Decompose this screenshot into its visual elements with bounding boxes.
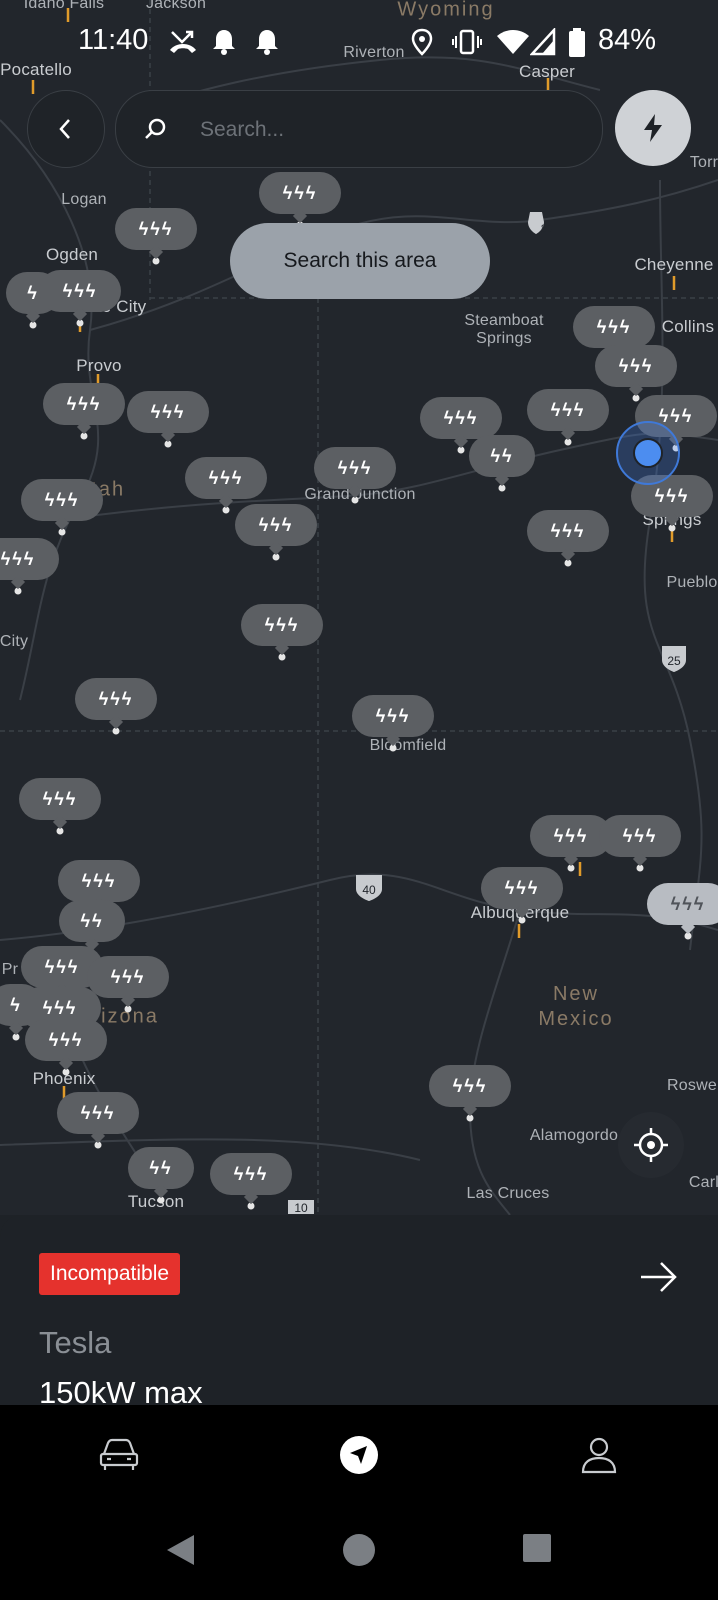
charger-marker[interactable]: ϟϟϟ	[235, 504, 317, 556]
charger-marker[interactable]: ϟϟ	[59, 900, 125, 952]
charger-marker[interactable]: ϟϟϟ	[573, 306, 655, 358]
search-input[interactable]	[198, 109, 582, 151]
place-label: Roswe	[667, 1077, 717, 1094]
recenter-location-button[interactable]	[618, 1112, 684, 1178]
vibrate-icon	[452, 29, 482, 55]
charger-marker[interactable]: ϟϟϟ	[241, 604, 323, 656]
charger-marker[interactable]: ϟϟϟ	[527, 389, 609, 441]
charger-marker[interactable]: ϟϟϟ	[595, 345, 677, 397]
charger-marker[interactable]: ϟϟϟ	[429, 1065, 511, 1117]
charger-network-name: Tesla	[39, 1325, 112, 1360]
charger-marker[interactable]: ϟϟϟ	[314, 447, 396, 499]
charger-marker[interactable]: ϟϟϟ	[527, 510, 609, 562]
svg-text:40: 40	[362, 883, 376, 897]
charger-marker[interactable]: ϟϟϟ	[599, 815, 681, 867]
lightning-bolt-icon	[644, 114, 662, 142]
place-label: Provo	[76, 356, 122, 375]
charger-marker[interactable]: ϟϟϟ	[352, 695, 434, 747]
charger-marker[interactable]: ϟϟϟ	[57, 1092, 139, 1144]
nav-map[interactable]	[335, 1431, 383, 1479]
arrow-right-icon[interactable]	[637, 1257, 681, 1297]
place-label: Collins	[661, 317, 715, 336]
charger-marker[interactable]: ϟϟϟ	[420, 397, 502, 449]
charger-marker[interactable]: ϟϟϟ	[127, 391, 209, 443]
map-view[interactable]: 80 25 40 10 Idaho Falls Jackson Wyoming …	[0, 0, 718, 1215]
charger-marker[interactable]: ϟϟϟ	[25, 1019, 107, 1071]
charger-marker[interactable]: ϟϟϟ	[58, 860, 140, 912]
place-label-state: New Mexico	[538, 983, 614, 1030]
wifi-icon	[497, 30, 529, 54]
map-base: 80 25 40 10	[0, 0, 718, 1215]
charger-marker[interactable]: ϟϟϟ	[481, 867, 563, 919]
charger-marker[interactable]: ϟϟ	[128, 1147, 194, 1199]
nav-vehicle[interactable]	[95, 1431, 143, 1479]
missed-call-icon	[170, 30, 196, 53]
search-this-area-label: Search this area	[283, 249, 437, 272]
search-this-area-button[interactable]: Search this area	[230, 223, 490, 299]
nav-account[interactable]	[575, 1431, 623, 1479]
charger-filter-button[interactable]	[615, 90, 691, 166]
battery-icon	[569, 28, 585, 57]
svg-text:25: 25	[667, 654, 681, 668]
system-home-icon[interactable]	[342, 1533, 376, 1567]
charger-marker[interactable]: ϟϟϟ	[115, 208, 197, 260]
place-label: Pueblo	[666, 574, 718, 591]
place-label: Torr	[689, 154, 718, 171]
crosshair-icon	[634, 1128, 668, 1162]
place-label: Ogden	[45, 245, 99, 264]
place-label: Logan	[61, 191, 107, 208]
charger-marker[interactable]: ϟϟϟ	[0, 538, 59, 590]
current-location-marker	[616, 421, 680, 485]
status-bar: 11:40 84%	[0, 0, 718, 82]
notification-bell-icon	[213, 30, 235, 55]
navigation-arrow-icon	[340, 1436, 378, 1474]
battery-percent: 84%	[597, 24, 656, 56]
svg-text:80: 80	[541, 223, 553, 235]
charger-marker[interactable]: ϟϟϟ	[43, 383, 125, 435]
place-label: Alamogordo	[529, 1127, 619, 1144]
charger-marker[interactable]: ϟϟϟ	[75, 678, 157, 730]
system-navigation-bar	[0, 1505, 718, 1600]
location-pin-icon	[411, 28, 433, 56]
chevron-left-icon	[59, 119, 70, 139]
place-label: Pr	[1, 961, 19, 978]
place-label: City	[0, 633, 29, 650]
search-icon	[145, 118, 166, 139]
place-label: Cheyenne	[634, 255, 714, 274]
charger-marker[interactable]: ϟϟϟ	[87, 956, 169, 1008]
svg-text:10: 10	[294, 1201, 308, 1215]
charger-marker[interactable]: ϟϟϟ	[185, 457, 267, 509]
place-label: Steamboat Springs	[464, 312, 544, 347]
charger-max-power: 150kW max	[39, 1375, 203, 1405]
notification-bell-icon	[256, 30, 278, 55]
place-label: Bloomfield	[369, 737, 447, 754]
charger-marker-selected[interactable]: ϟϟϟ	[647, 883, 718, 935]
system-back-icon[interactable]	[164, 1533, 198, 1567]
system-recents-icon[interactable]	[522, 1533, 552, 1563]
charger-marker[interactable]: ϟϟϟ	[259, 172, 341, 224]
charger-marker[interactable]: ϟϟ	[469, 435, 535, 487]
search-bar[interactable]	[115, 90, 603, 168]
charger-marker[interactable]: ϟϟϟ	[21, 479, 103, 531]
car-icon	[99, 1438, 139, 1470]
bottom-navigation	[0, 1405, 718, 1505]
charger-marker[interactable]: ϟϟϟ	[210, 1153, 292, 1205]
charger-marker[interactable]: ϟϟϟ	[39, 270, 121, 322]
compatibility-badge: Incompatible	[39, 1253, 181, 1295]
place-label: Las Cruces	[466, 1185, 550, 1202]
place-label: Tucson	[127, 1192, 185, 1211]
charger-marker[interactable]: ϟϟϟ	[19, 778, 101, 830]
cellular-signal-icon	[530, 28, 556, 56]
status-time: 11:40	[78, 24, 149, 56]
back-button[interactable]	[27, 90, 105, 168]
person-icon	[581, 1437, 617, 1474]
charger-detail-sheet[interactable]: Incompatible Tesla 150kW max	[0, 1215, 718, 1405]
place-label: Carl	[688, 1174, 718, 1191]
